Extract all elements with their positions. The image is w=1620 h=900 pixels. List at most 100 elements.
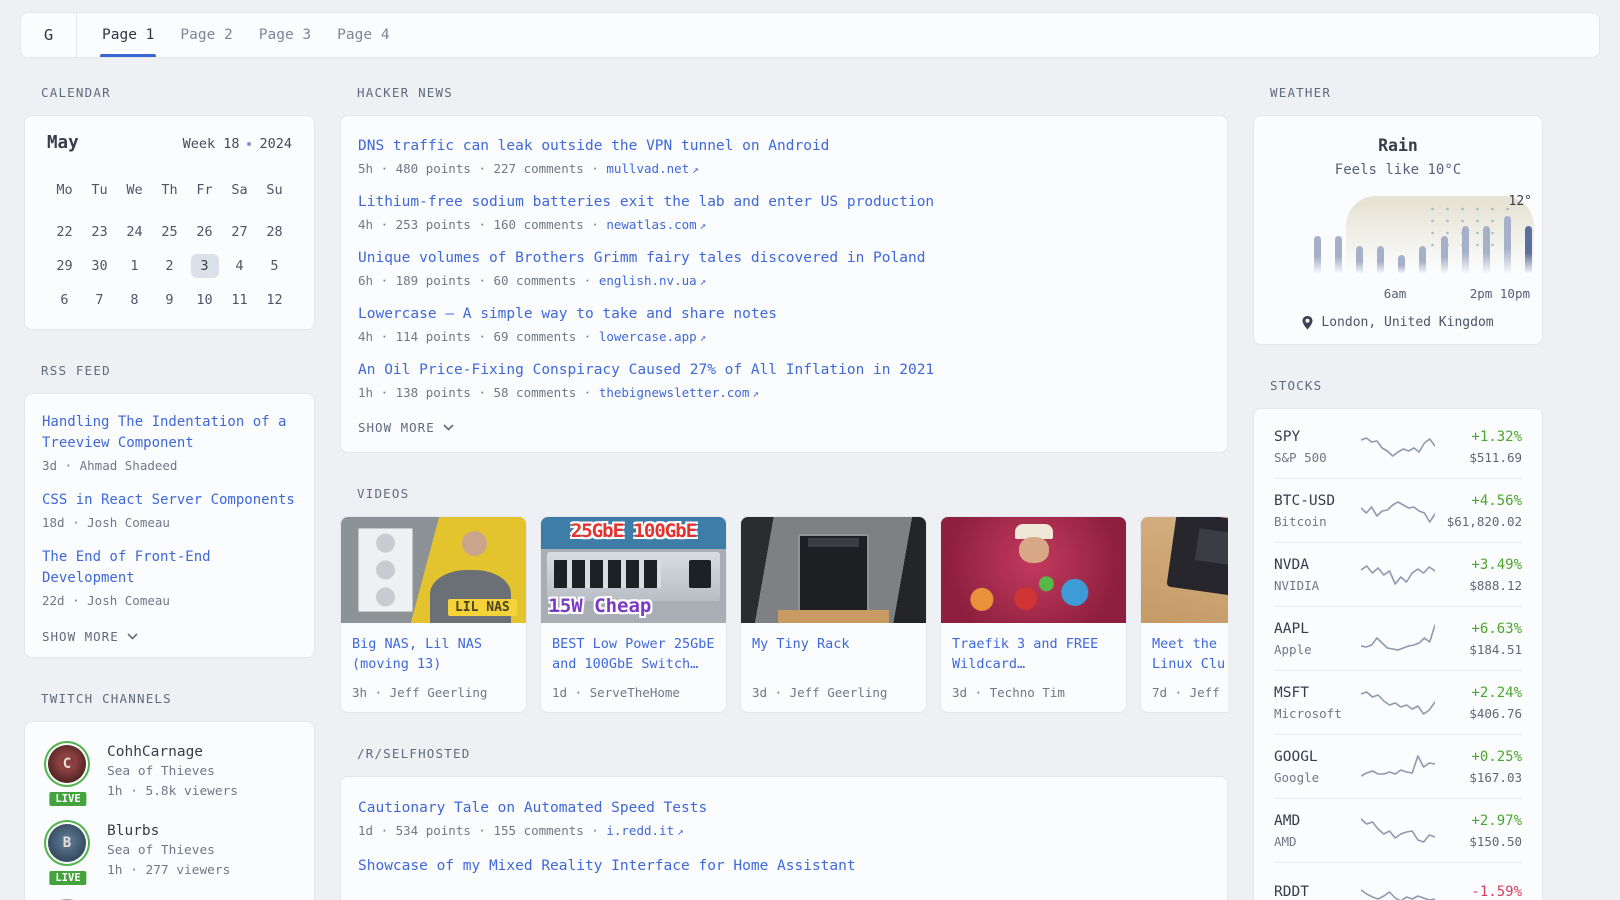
- video-thumbnail[interactable]: [741, 517, 926, 623]
- feed-item-source-link[interactable]: newatlas.com↗: [606, 217, 706, 232]
- calendar-day[interactable]: 22: [47, 215, 82, 249]
- stock-identity: BTC-USD Bitcoin: [1274, 493, 1361, 529]
- feed-item-title-link[interactable]: Handling The Indentation of a Treeview C…: [42, 412, 297, 454]
- calendar-day[interactable]: 1: [117, 249, 152, 283]
- video-title-link[interactable]: My Tiny Rack: [752, 634, 915, 654]
- feed-item-title-link[interactable]: Unique volumes of Brothers Grimm fairy t…: [358, 248, 1210, 269]
- stock-change-percent: +4.56%: [1435, 493, 1522, 509]
- show-more-label: SHOW MORE: [358, 420, 435, 435]
- video-title-link[interactable]: Meet the Linux Clu: [1152, 634, 1228, 674]
- stock-change-percent: +1.32%: [1435, 429, 1522, 445]
- video-title-link[interactable]: Traefik 3 and FREE Wildcard…: [952, 634, 1115, 674]
- feed-item-meta-text: 4h · 253 points · 160 comments ·: [358, 217, 606, 232]
- page-tab[interactable]: Page 3: [246, 13, 324, 57]
- feed-item-source-link[interactable]: english.nv.ua↗: [599, 273, 706, 288]
- twitch-channel-name[interactable]: Blurbs: [107, 821, 230, 841]
- stock-row[interactable]: MSFT Microsoft +2.24% $406.76: [1274, 670, 1522, 734]
- calendar-day[interactable]: 8: [117, 283, 152, 317]
- calendar-day[interactable]: 23: [82, 215, 117, 249]
- calendar-header: May Week 18 2024: [47, 133, 292, 153]
- page-tab[interactable]: Page 2: [167, 13, 245, 57]
- feed-item-source-link[interactable]: mullvad.net↗: [606, 161, 698, 176]
- twitch-channel-name[interactable]: CohhCarnage: [107, 742, 238, 762]
- video-card-body: Big NAS, Lil NAS (moving 13) 3h · Jeff G…: [341, 623, 526, 712]
- video-title-link[interactable]: BEST Low Power 25GbE and 100GbE Switch…: [552, 634, 715, 674]
- stock-symbol: RDDT: [1274, 884, 1361, 900]
- feed-item-title-link[interactable]: Lithium-free sodium batteries exit the l…: [358, 192, 1210, 213]
- rss-section: RSS FEED Handling The Indentation of a T…: [24, 363, 315, 658]
- feed-item-title-link[interactable]: The End of Front-End Development: [42, 547, 297, 589]
- feed-item-title-link[interactable]: CSS in React Server Components: [42, 490, 297, 511]
- feed-item-source-link[interactable]: lowercase.app↗: [599, 329, 706, 344]
- stock-name: NVIDIA: [1274, 578, 1361, 593]
- twitch-avatar-wrap: B LIVE: [45, 821, 91, 880]
- twitch-channel-row[interactable]: C LIVE CohhCarnage Sea of Thieves 1h · 5…: [45, 742, 294, 801]
- calendar-day[interactable]: 28: [257, 215, 292, 249]
- stock-row[interactable]: RDDT -1.59%: [1274, 862, 1522, 900]
- video-thumbnail[interactable]: LIL NAS: [341, 517, 526, 623]
- video-thumbnail[interactable]: FAS: [1141, 517, 1228, 623]
- external-link-icon: ↗: [700, 275, 707, 288]
- calendar-weekday-label: Th: [152, 173, 187, 207]
- glance-dashboard: G Page 1 Page 2 Page 3 Page 4 CALENDAR M…: [0, 0, 1620, 900]
- app-logo[interactable]: G: [21, 13, 77, 57]
- videos-row: LIL NAS Big NAS, Lil NAS (moving 13) 3h …: [340, 516, 1228, 713]
- page-tab[interactable]: Page 1: [89, 13, 167, 57]
- rss-show-more-button[interactable]: SHOW MORE: [42, 629, 138, 644]
- stock-row[interactable]: GOOGL Google +0.25% $167.03: [1274, 734, 1522, 798]
- twitch-channel-row[interactable]: B LIVE Blurbs Sea of Thieves 1h · 277 vi…: [45, 821, 294, 880]
- stock-row[interactable]: AAPL Apple +6.63% $184.51: [1274, 606, 1522, 670]
- feed-item-title-link[interactable]: Showcase of my Mixed Reality Interface f…: [358, 856, 1210, 877]
- page-tab[interactable]: Page 4: [324, 13, 402, 57]
- stock-identity: RDDT: [1274, 884, 1361, 900]
- calendar-day[interactable]: 27: [222, 215, 257, 249]
- calendar-day[interactable]: 10: [187, 283, 222, 317]
- feed-item-meta: 18d · Josh Comeau: [42, 515, 297, 530]
- calendar-day[interactable]: 4: [222, 249, 257, 283]
- video-card-body: Traefik 3 and FREE Wildcard… 3d · Techno…: [941, 623, 1126, 712]
- stock-row[interactable]: BTC-USD Bitcoin +4.56% $61,820.02: [1274, 478, 1522, 542]
- feed-item-meta: 1d · 534 points · 155 comments · i.redd.…: [358, 823, 1210, 838]
- feed-item-title-link[interactable]: DNS traffic can leak outside the VPN tun…: [358, 136, 1210, 157]
- stock-row[interactable]: AMD AMD +2.97% $150.50: [1274, 798, 1522, 862]
- feed-item-meta: 4h · 253 points · 160 comments · newatla…: [358, 217, 1210, 232]
- feed-item-meta-text: 1d · 534 points · 155 comments ·: [358, 823, 606, 838]
- calendar-day[interactable]: 2: [152, 249, 187, 283]
- feed-item-source-link[interactable]: thebignewsletter.com↗: [599, 385, 759, 400]
- calendar-day[interactable]: 9: [152, 283, 187, 317]
- video-card: My Tiny Rack 3d · Jeff Geerling: [740, 516, 927, 713]
- stock-row[interactable]: NVDA NVIDIA +3.49% $888.12: [1274, 542, 1522, 606]
- calendar-day[interactable]: 26: [187, 215, 222, 249]
- feed-item-title-link[interactable]: Lowercase – A simple way to take and sha…: [358, 304, 1210, 325]
- stock-sparkline: [1361, 877, 1435, 900]
- stock-symbol: BTC-USD: [1274, 493, 1361, 509]
- calendar-day[interactable]: 24: [117, 215, 152, 249]
- calendar-day[interactable]: 5: [257, 249, 292, 283]
- feed-item-title-link[interactable]: An Oil Price-Fixing Conspiracy Caused 27…: [358, 360, 1210, 381]
- calendar-day[interactable]: 3: [187, 249, 222, 283]
- live-badge: LIVE: [47, 790, 88, 808]
- video-thumbnail[interactable]: [941, 517, 1126, 623]
- video-thumbnail[interactable]: 25GbE 100GbE 15W Cheap: [541, 517, 726, 623]
- thumbnail-art: [778, 610, 889, 623]
- calendar-day[interactable]: 7: [82, 283, 117, 317]
- twitch-section: TWITCH CHANNELS C LIVE CohhCarnage Sea o…: [24, 691, 315, 900]
- stock-price: $167.03: [1435, 770, 1522, 785]
- weather-bar: [1314, 236, 1321, 274]
- feed-item-meta: 3d · Ahmad Shadeed: [42, 458, 297, 473]
- stock-row[interactable]: SPY S&P 500 +1.32% $511.69: [1274, 415, 1522, 478]
- calendar-widget: May Week 18 2024 Mo Tu We Th Fr Sa Su 22…: [24, 115, 315, 330]
- calendar-day[interactable]: 29: [47, 249, 82, 283]
- twitch-channel-meta: 1h · 277 viewers: [107, 861, 230, 881]
- calendar-day[interactable]: 11: [222, 283, 257, 317]
- feed-item-source-link[interactable]: i.redd.it↗: [606, 823, 683, 838]
- left-column: CALENDAR May Week 18 2024 Mo Tu We Th Fr…: [24, 85, 315, 900]
- hackernews-show-more-button[interactable]: SHOW MORE: [358, 420, 454, 435]
- calendar-day[interactable]: 25: [152, 215, 187, 249]
- video-title-link[interactable]: Big NAS, Lil NAS (moving 13): [352, 634, 515, 674]
- feed-item: Lowercase – A simple way to take and sha…: [358, 304, 1210, 344]
- calendar-day[interactable]: 30: [82, 249, 117, 283]
- calendar-day[interactable]: 6: [47, 283, 82, 317]
- calendar-day[interactable]: 12: [257, 283, 292, 317]
- feed-item-title-link[interactable]: Cautionary Tale on Automated Speed Tests: [358, 798, 1210, 819]
